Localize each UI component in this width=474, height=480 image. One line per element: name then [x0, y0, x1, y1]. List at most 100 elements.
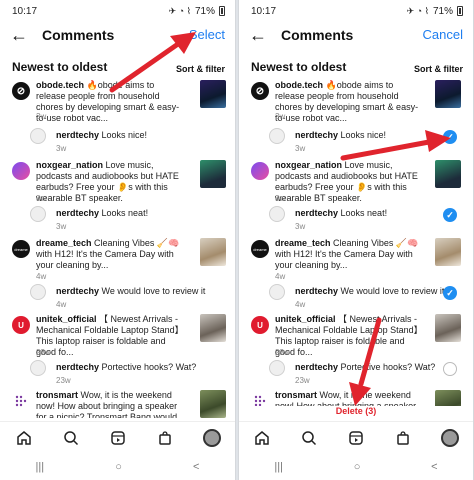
back-nav-button[interactable]: <: [431, 461, 437, 473]
home-nav-button[interactable]: ○: [115, 461, 122, 473]
username[interactable]: obode.tech: [275, 80, 323, 90]
comment-list: ⊘ obode.tech 🔥obode aims to release peop…: [0, 78, 235, 418]
select-checkbox[interactable]: ✓: [443, 362, 457, 376]
username[interactable]: unitek_official: [275, 314, 336, 324]
dreame-avatar[interactable]: dreame: [12, 240, 30, 258]
back-nav-button[interactable]: <: [193, 461, 199, 473]
username[interactable]: noxgear_nation: [36, 160, 103, 170]
comment-body: Portective hooks? Wat?: [101, 362, 197, 372]
recents-nav-button[interactable]: |||: [274, 461, 283, 473]
username[interactable]: nerdtechy: [56, 362, 99, 372]
nerdtechy-avatar[interactable]: [30, 360, 46, 376]
nerdtechy-avatar[interactable]: [269, 360, 285, 376]
post-thumbnail[interactable]: [200, 238, 226, 266]
reply-text: nerdtechy Looks nice!: [295, 130, 386, 141]
tronsmart-avatar[interactable]: [12, 392, 30, 410]
comment-body: We would love to review it: [340, 286, 445, 296]
reply-text: nerdtechy Looks nice!: [56, 130, 147, 141]
dreame-avatar[interactable]: dreame: [251, 240, 269, 258]
header: ← Comments Select: [0, 22, 235, 48]
battery-icon: [457, 6, 463, 16]
post-thumbnail[interactable]: [200, 80, 226, 108]
username[interactable]: nerdtechy: [295, 208, 338, 218]
reply-text: nerdtechy Portective hooks? Wat?: [56, 362, 196, 373]
obode-avatar[interactable]: ⊘: [12, 82, 30, 100]
header: ← Comments Cancel: [239, 22, 473, 48]
nerdtechy-avatar[interactable]: [30, 284, 46, 300]
status-icons: ✈ ◔ ⌇: [406, 5, 429, 16]
reels-icon[interactable]: [345, 427, 367, 449]
status-bar: 10:17 ✈ ◔ ⌇ 71%: [239, 0, 473, 22]
post-thumbnail[interactable]: [200, 390, 226, 418]
home-icon[interactable]: [13, 427, 35, 449]
system-nav-bar: ||| ○ <: [239, 453, 473, 480]
sort-filter-button[interactable]: Sort & filter: [414, 64, 463, 74]
username[interactable]: noxgear_nation: [275, 160, 342, 170]
battery-text: 71%: [194, 5, 215, 17]
select-checkbox[interactable]: ✓: [443, 286, 457, 300]
comment-text: unitek_official 【 Newest Arrivals - Mech…: [36, 314, 186, 358]
shop-icon[interactable]: [154, 427, 176, 449]
username[interactable]: nerdtechy: [295, 286, 338, 296]
left-screen: 10:17 ✈ ◔ ⌇ 71% ← Comments Select Newest …: [0, 0, 236, 480]
shop-icon[interactable]: [392, 427, 414, 449]
noxgear-avatar[interactable]: [12, 162, 30, 180]
cancel-button[interactable]: Cancel: [423, 27, 463, 42]
sort-row: Newest to oldest Sort & filter: [239, 50, 473, 78]
comment-age: 3w: [275, 112, 286, 121]
home-nav-button[interactable]: ○: [354, 461, 361, 473]
search-icon[interactable]: [298, 427, 320, 449]
username[interactable]: nerdtechy: [56, 286, 99, 296]
search-icon[interactable]: [60, 427, 82, 449]
username[interactable]: dreame_tech: [275, 238, 331, 248]
username[interactable]: tronsmart: [275, 390, 317, 400]
comment-age: 23w: [295, 376, 310, 385]
username[interactable]: tronsmart: [36, 390, 78, 400]
nerdtechy-avatar[interactable]: [30, 128, 46, 144]
reply-text: nerdtechy We would love to review it: [56, 286, 205, 297]
post-thumbnail[interactable]: [435, 238, 461, 266]
arrow-left-icon[interactable]: ←: [10, 26, 32, 44]
comment-age: 23w: [36, 348, 51, 357]
comment-age: 3w: [275, 194, 286, 203]
unitek-avatar[interactable]: U: [12, 316, 30, 334]
nerdtechy-avatar[interactable]: [269, 128, 285, 144]
noxgear-avatar[interactable]: [251, 162, 269, 180]
select-button[interactable]: Select: [189, 27, 225, 42]
reels-icon[interactable]: [107, 427, 129, 449]
unitek-avatar[interactable]: U: [251, 316, 269, 334]
comment-age: 4w: [36, 272, 47, 281]
bottom-tab-bar: [0, 421, 235, 453]
delete-button[interactable]: Delete (3): [239, 406, 473, 420]
post-thumbnail[interactable]: [200, 314, 226, 342]
username[interactable]: nerdtechy: [56, 208, 99, 218]
post-thumbnail[interactable]: [200, 160, 226, 188]
username[interactable]: nerdtechy: [56, 130, 99, 140]
sort-filter-button[interactable]: Sort & filter: [176, 64, 225, 74]
comment-body: Looks nice!: [101, 130, 148, 140]
post-thumbnail[interactable]: [435, 314, 461, 342]
obode-avatar[interactable]: ⊘: [251, 82, 269, 100]
comment-text: noxgear_nation Love music, podcasts and …: [275, 160, 425, 204]
profile-avatar[interactable]: [201, 427, 223, 449]
comment-age: 3w: [36, 194, 47, 203]
nerdtechy-avatar[interactable]: [269, 284, 285, 300]
comment-text: unitek_official 【 Newest Arrivals - Mech…: [275, 314, 425, 358]
username[interactable]: nerdtechy: [295, 130, 338, 140]
reply-text: nerdtechy Looks neat!: [295, 208, 387, 219]
nerdtechy-avatar[interactable]: [269, 206, 285, 222]
post-thumbnail[interactable]: [435, 80, 461, 108]
comment-body: Looks neat!: [340, 208, 388, 218]
select-checkbox[interactable]: ✓: [443, 130, 457, 144]
username[interactable]: obode.tech: [36, 80, 84, 90]
recents-nav-button[interactable]: |||: [36, 461, 45, 473]
profile-avatar[interactable]: [439, 427, 461, 449]
username[interactable]: unitek_official: [36, 314, 97, 324]
post-thumbnail[interactable]: [435, 160, 461, 188]
arrow-left-icon[interactable]: ←: [249, 26, 271, 44]
select-checkbox[interactable]: ✓: [443, 208, 457, 222]
username[interactable]: dreame_tech: [36, 238, 92, 248]
username[interactable]: nerdtechy: [295, 362, 338, 372]
home-icon[interactable]: [251, 427, 273, 449]
nerdtechy-avatar[interactable]: [30, 206, 46, 222]
